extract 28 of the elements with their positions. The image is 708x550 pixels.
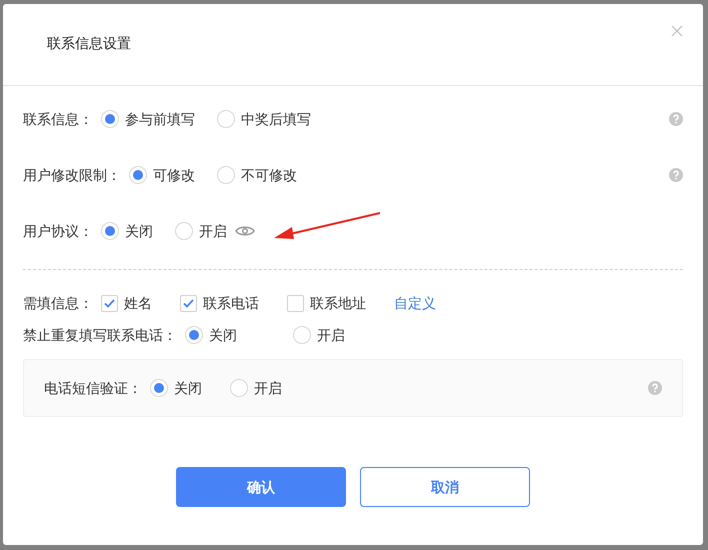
close-icon[interactable] bbox=[671, 25, 683, 37]
radio-option[interactable]: 中奖后填写 bbox=[217, 108, 311, 130]
help-icon[interactable] bbox=[669, 168, 683, 182]
radio-option[interactable]: 参与前填写 bbox=[101, 108, 195, 130]
radio-option[interactable]: 关闭 bbox=[101, 220, 153, 242]
checkbox-option[interactable]: 联系地址 bbox=[287, 292, 366, 314]
radio-option[interactable]: 可修改 bbox=[129, 164, 195, 186]
radio-option[interactable]: 开启 bbox=[293, 324, 345, 346]
radio-option[interactable]: 不可修改 bbox=[217, 164, 297, 186]
radio-option[interactable]: 开启 bbox=[175, 220, 227, 242]
eye-icon[interactable] bbox=[235, 224, 255, 238]
radio-option[interactable]: 关闭 bbox=[185, 324, 237, 346]
setting-label: 电话短信验证： bbox=[44, 378, 142, 398]
radio-option[interactable]: 开启 bbox=[230, 378, 282, 398]
setting-label: 联系信息： bbox=[23, 110, 93, 128]
setting-label: 需填信息： bbox=[23, 294, 93, 312]
checkbox-option[interactable]: 联系电话 bbox=[180, 292, 259, 314]
confirm-button[interactable]: 确认 bbox=[176, 467, 346, 507]
setting-label: 禁止重复填写联系电话： bbox=[23, 326, 177, 344]
radio-option[interactable]: 关闭 bbox=[150, 378, 202, 398]
dialog-title: 联系信息设置 bbox=[47, 34, 131, 53]
help-icon[interactable] bbox=[648, 381, 662, 395]
cancel-button[interactable]: 取消 bbox=[360, 467, 530, 507]
help-icon[interactable] bbox=[669, 112, 683, 126]
setting-label: 用户修改限制： bbox=[23, 166, 121, 184]
customize-link[interactable]: 自定义 bbox=[394, 292, 436, 314]
setting-label: 用户协议： bbox=[23, 222, 93, 240]
checkbox-option[interactable]: 姓名 bbox=[101, 292, 152, 314]
